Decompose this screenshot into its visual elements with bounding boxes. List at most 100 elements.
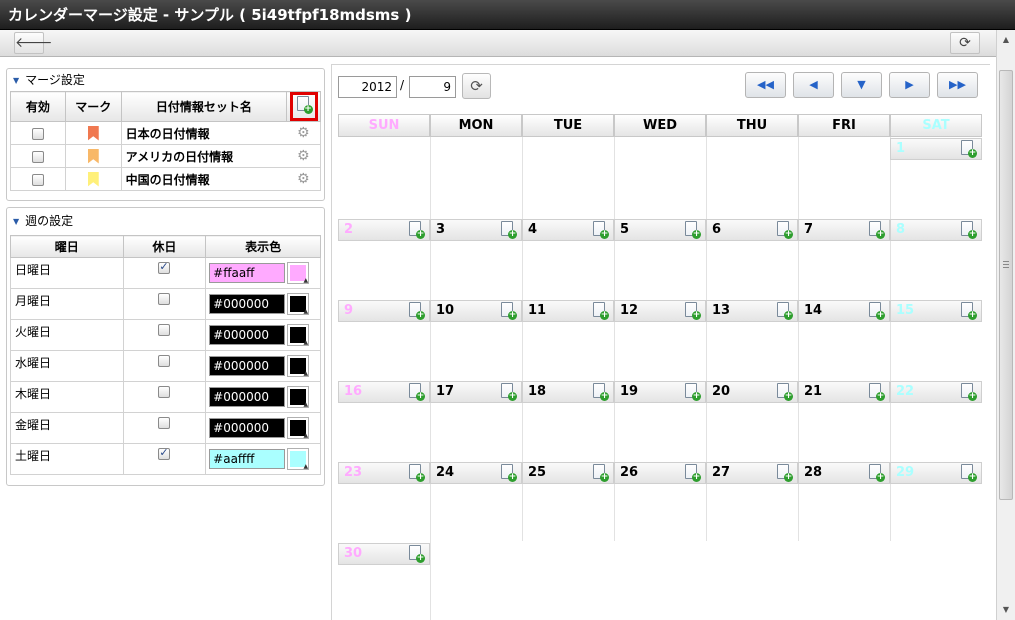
scroll-up-icon[interactable]: ▲ [1000,34,1012,46]
calendar-day[interactable]: 30 + [338,543,430,565]
add-file-icon[interactable]: + [592,221,609,239]
add-file-icon[interactable]: + [684,221,701,239]
add-file-icon[interactable]: + [776,221,793,239]
add-file-icon[interactable]: + [592,464,609,482]
calendar-day[interactable]: 6 + [706,219,798,241]
gear-icon[interactable]: ⚙ [297,172,310,186]
add-file-icon[interactable]: + [960,140,977,158]
holiday-checkbox[interactable] [158,323,171,336]
add-file-icon[interactable]: + [408,545,425,563]
add-file-icon[interactable]: + [408,221,425,239]
add-file-icon[interactable]: + [776,464,793,482]
color-picker-button[interactable] [287,417,310,439]
calendar-day[interactable]: 22 + [890,381,982,403]
current-month-button[interactable]: ▼ [841,72,882,98]
holiday-checkbox[interactable] [158,260,171,274]
holiday-checkbox[interactable] [158,354,171,367]
scroll-thumb[interactable] [999,70,1013,500]
calendar-day[interactable]: 10 + [430,300,522,322]
add-date-set-button[interactable]: + [289,92,318,121]
color-picker-button[interactable] [287,448,310,470]
add-file-icon[interactable]: + [408,302,425,320]
add-file-icon[interactable]: + [776,302,793,320]
scroll-down-icon[interactable]: ▼ [1000,604,1012,616]
calendar-day[interactable]: 17 + [430,381,522,403]
month-input[interactable]: 9 [409,76,456,98]
color-input[interactable]: #ffaaff [209,263,286,283]
calendar-day[interactable]: 19 + [614,381,706,403]
holiday-checkbox[interactable] [158,292,171,305]
color-input[interactable]: #000000 [209,294,286,314]
add-file-icon[interactable]: + [868,383,885,401]
add-file-icon[interactable]: + [592,302,609,320]
calendar-day[interactable]: 8 + [890,219,982,241]
add-file-icon[interactable]: + [868,464,885,482]
collapse-icon[interactable]: ▼ [13,208,19,235]
add-file-icon[interactable]: + [776,383,793,401]
calendar-day[interactable]: 21 + [798,381,890,403]
enabled-checkbox[interactable] [31,150,44,163]
add-file-icon[interactable]: + [960,383,977,401]
calendar-day[interactable]: 15 + [890,300,982,322]
calendar-day[interactable]: 12 + [614,300,706,322]
calendar-day[interactable]: 11 + [522,300,614,322]
year-input[interactable]: 2012 [338,76,397,98]
add-file-icon[interactable]: + [960,302,977,320]
color-input[interactable]: #000000 [209,418,286,438]
calendar-day[interactable]: 2 + [338,219,430,241]
calendar-day[interactable]: 26 + [614,462,706,484]
prev-year-button[interactable]: ◀◀ [745,72,786,98]
calendar-day[interactable]: 16 + [338,381,430,403]
color-picker-button[interactable] [287,293,310,315]
gear-icon[interactable]: ⚙ [297,126,310,140]
calendar-day[interactable]: 5 + [614,219,706,241]
holiday-checkbox[interactable] [158,446,171,460]
calendar-day[interactable]: 13 + [706,300,798,322]
vertical-scrollbar[interactable]: ▲ ▼ [996,30,1015,620]
next-year-button[interactable]: ▶▶ [937,72,978,98]
collapse-icon[interactable]: ▼ [13,70,19,92]
add-file-icon[interactable]: + [500,302,517,320]
gear-icon[interactable]: ⚙ [297,149,310,163]
calendar-day[interactable]: 28 + [798,462,890,484]
add-file-icon[interactable]: + [868,302,885,320]
add-file-icon[interactable]: + [408,464,425,482]
back-button[interactable]: 🡐 [14,32,53,54]
calendar-day[interactable]: 7 + [798,219,890,241]
calendar-day[interactable]: 24 + [430,462,522,484]
enabled-checkbox[interactable] [31,127,44,140]
calendar-day[interactable]: 9 + [338,300,430,322]
calendar-day[interactable]: 14 + [798,300,890,322]
add-file-icon[interactable]: + [408,383,425,401]
add-file-icon[interactable]: + [500,464,517,482]
color-input[interactable]: #000000 [209,325,286,345]
calendar-day[interactable]: 18 + [522,381,614,403]
enabled-checkbox[interactable] [31,173,44,186]
add-file-icon[interactable]: + [960,221,977,239]
color-picker-button[interactable] [287,386,310,408]
week-settings-header[interactable]: ▼ 週の設定 [7,208,324,235]
holiday-checkbox[interactable] [158,416,171,429]
add-file-icon[interactable]: + [500,383,517,401]
reload-button[interactable]: ⟳ [950,32,980,54]
calendar-day[interactable]: 20 + [706,381,798,403]
color-picker-button[interactable] [287,324,310,346]
add-file-icon[interactable]: + [684,302,701,320]
merge-settings-header[interactable]: ▼ マージ設定 [7,69,324,91]
add-file-icon[interactable]: + [500,221,517,239]
calendar-day[interactable]: 3 + [430,219,522,241]
next-month-button[interactable]: ▶ [889,72,930,98]
add-file-icon[interactable]: + [960,464,977,482]
color-input[interactable]: #000000 [209,356,286,376]
add-file-icon[interactable]: + [868,221,885,239]
color-input[interactable]: #aaffff [209,449,286,469]
prev-month-button[interactable]: ◀ [793,72,834,98]
refresh-calendar-button[interactable]: ⟳ [462,73,491,99]
calendar-day[interactable]: 1 + [890,138,982,160]
calendar-day[interactable]: 4 + [522,219,614,241]
color-input[interactable]: #000000 [209,387,286,407]
calendar-day[interactable]: 29 + [890,462,982,484]
add-file-icon[interactable]: + [684,464,701,482]
holiday-checkbox[interactable] [158,385,171,398]
calendar-day[interactable]: 27 + [706,462,798,484]
